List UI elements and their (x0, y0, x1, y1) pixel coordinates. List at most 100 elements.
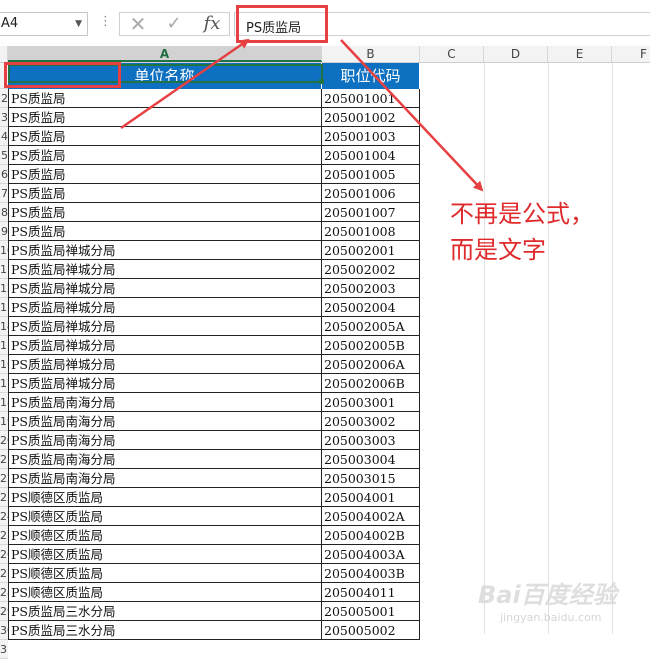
row-header[interactable]: 14 (0, 317, 8, 336)
cell-unit[interactable]: PS质监局 (8, 222, 322, 241)
cell-code[interactable]: 205001001 (322, 89, 420, 108)
row-header[interactable]: 3 (0, 108, 8, 127)
row-header[interactable]: 20 (0, 431, 8, 450)
cell-code[interactable]: 205001006 (322, 184, 420, 203)
cell-code[interactable]: 205003002 (322, 412, 420, 431)
cell-code[interactable]: 205003003 (322, 431, 420, 450)
cell-code[interactable]: 205002006B (322, 374, 420, 393)
cell-code[interactable]: 205004001 (322, 488, 420, 507)
cell-code[interactable]: 205002006A (322, 355, 420, 374)
cell-code[interactable]: 205004003A (322, 545, 420, 564)
cell-code[interactable]: 205001005 (322, 165, 420, 184)
column-header-d[interactable]: D (484, 46, 548, 62)
row-header[interactable]: 26 (0, 545, 8, 564)
cell-unit[interactable]: PS质监局三水分局 (8, 621, 322, 640)
row-header[interactable]: 9 (0, 222, 8, 241)
row-header[interactable]: 4 (0, 127, 8, 146)
enter-icon[interactable]: ✓ (160, 14, 188, 34)
row-header[interactable]: 16 (0, 355, 8, 374)
column-header-b[interactable]: B (322, 46, 420, 62)
row-header[interactable]: 19 (0, 412, 8, 431)
cell-code[interactable]: 205002005B (322, 336, 420, 355)
cell-unit[interactable]: PS质监局禅城分局 (8, 279, 322, 298)
row-header[interactable]: 22 (0, 469, 8, 488)
cell-unit[interactable]: PS质监局 (8, 184, 322, 203)
cell-unit[interactable]: PS质监局南海分局 (8, 450, 322, 469)
cell-code[interactable]: 205003015 (322, 469, 420, 488)
select-all-corner[interactable] (0, 46, 8, 62)
cell-code[interactable]: 205005001 (322, 602, 420, 621)
row-header[interactable]: 7 (0, 184, 8, 203)
row-header[interactable]: 15 (0, 336, 8, 355)
cell-unit[interactable]: PS顺德区质监局 (8, 545, 322, 564)
cell-code[interactable]: 205005002 (322, 621, 420, 640)
row-header[interactable]: 31 (0, 640, 8, 659)
row-header[interactable]: 17 (0, 374, 8, 393)
cell-code[interactable]: 205001008 (322, 222, 420, 241)
row-header[interactable]: 21 (0, 450, 8, 469)
fill-handle[interactable] (319, 79, 324, 84)
cell-code[interactable]: 205001002 (322, 108, 420, 127)
cell-code[interactable]: 205004003B (322, 564, 420, 583)
row-header[interactable]: 12 (0, 279, 8, 298)
row-header[interactable]: 28 (0, 583, 8, 602)
cell-code[interactable]: 205001003 (322, 127, 420, 146)
row-header[interactable]: 23 (0, 488, 8, 507)
cell-unit[interactable]: PS质监局 (8, 203, 322, 222)
cell-unit[interactable]: PS质监局南海分局 (8, 412, 322, 431)
cell-unit[interactable]: PS质监局禅城分局 (8, 317, 322, 336)
cell-code[interactable]: 205002004 (322, 298, 420, 317)
cell-unit[interactable]: PS质监局 (8, 89, 322, 108)
cell-code[interactable]: 205003001 (322, 393, 420, 412)
cell-code[interactable]: 205004011 (322, 583, 420, 602)
cell-code[interactable]: 205004002A (322, 507, 420, 526)
insert-function-icon[interactable]: fx (198, 14, 226, 34)
column-header-c[interactable]: C (420, 46, 484, 62)
name-box[interactable]: A4 ▼ (0, 12, 88, 36)
cell-unit[interactable]: PS质监局南海分局 (8, 393, 322, 412)
column-header-a[interactable]: A (8, 46, 322, 62)
row-header[interactable]: 27 (0, 564, 8, 583)
cell-code[interactable]: 205004002B (322, 526, 420, 545)
cell-unit[interactable]: PS质监局禅城分局 (8, 355, 322, 374)
cell-unit[interactable]: PS顺德区质监局 (8, 583, 322, 602)
cell-unit[interactable]: PS质监局禅城分局 (8, 298, 322, 317)
cell-unit[interactable]: PS质监局 (8, 127, 322, 146)
cell-unit[interactable]: PS质监局禅城分局 (8, 374, 322, 393)
cancel-icon[interactable]: ✕ (124, 14, 152, 34)
cell-code[interactable]: 205001004 (322, 146, 420, 165)
cell-unit[interactable]: PS质监局南海分局 (8, 431, 322, 450)
row-header[interactable]: 13 (0, 298, 8, 317)
row-header[interactable]: 24 (0, 507, 8, 526)
cell-unit[interactable]: PS质监局禅城分局 (8, 241, 322, 260)
more-options-icon[interactable]: ⋮ (99, 14, 112, 29)
chevron-down-icon[interactable]: ▼ (75, 13, 82, 35)
row-header[interactable]: 2 (0, 89, 8, 108)
cell-unit[interactable]: PS顺德区质监局 (8, 564, 322, 583)
column-header-e[interactable]: E (548, 46, 612, 62)
cell-unit[interactable]: PS顺德区质监局 (8, 488, 322, 507)
row-header[interactable]: 29 (0, 602, 8, 621)
row-header[interactable]: 11 (0, 260, 8, 279)
cell-unit[interactable]: PS质监局三水分局 (8, 602, 322, 621)
row-header[interactable]: 18 (0, 393, 8, 412)
cell-unit[interactable]: PS质监局禅城分局 (8, 336, 322, 355)
cell-code[interactable]: 205002003 (322, 279, 420, 298)
row-header[interactable]: 5 (0, 146, 8, 165)
cell-code[interactable]: 205002005A (322, 317, 420, 336)
cell-unit[interactable]: PS质监局 (8, 146, 322, 165)
cell-code[interactable]: 205001007 (322, 203, 420, 222)
cell-code[interactable]: 205003004 (322, 450, 420, 469)
row-header[interactable]: 30 (0, 621, 8, 640)
cell-code[interactable]: 205002001 (322, 241, 420, 260)
cell-unit[interactable]: PS质监局禅城分局 (8, 260, 322, 279)
header-cell-code[interactable]: 职位代码 (322, 63, 420, 89)
cell-unit[interactable]: PS质监局南海分局 (8, 469, 322, 488)
row-header[interactable]: 6 (0, 165, 8, 184)
column-header-f[interactable]: F (612, 46, 650, 62)
cell-unit[interactable]: PS质监局 (8, 165, 322, 184)
cell-code[interactable]: 205002002 (322, 260, 420, 279)
row-header[interactable]: 8 (0, 203, 8, 222)
row-header[interactable]: 10 (0, 241, 8, 260)
cell-unit[interactable]: PS顺德区质监局 (8, 507, 322, 526)
